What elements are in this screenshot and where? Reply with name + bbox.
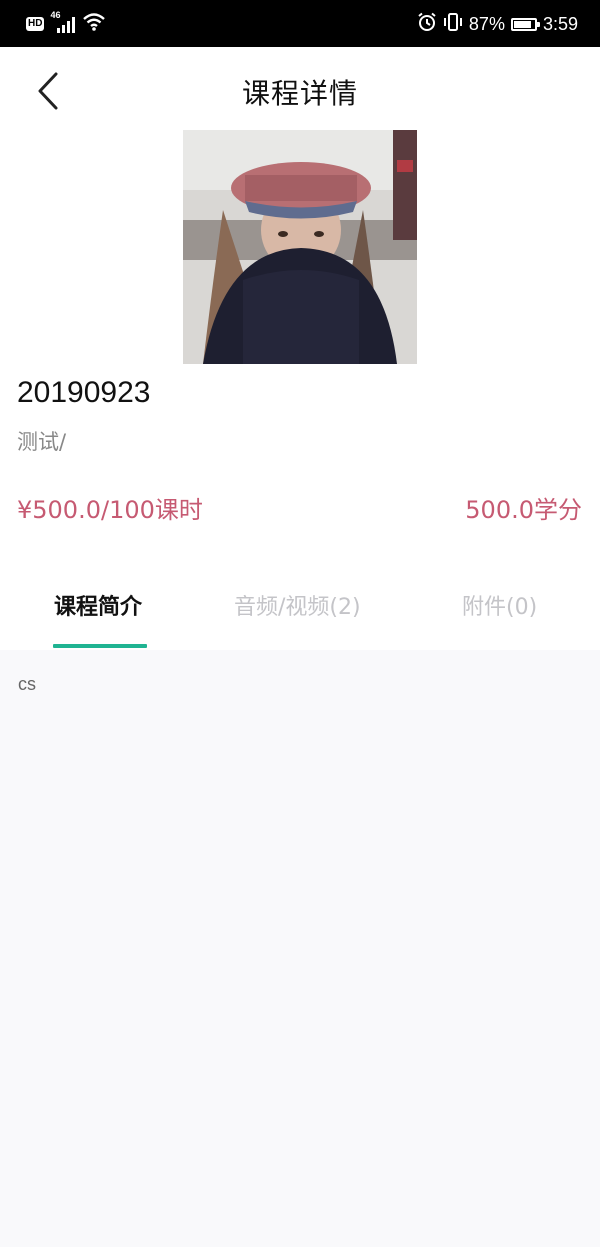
- course-subtitle: 测试/: [17, 430, 67, 454]
- course-name: 20190923: [17, 376, 151, 409]
- vibrate-icon: [443, 12, 463, 37]
- clock-time: 3:59: [542, 14, 578, 34]
- status-left: HD 46: [26, 10, 106, 36]
- status-right: 87% 3:59: [417, 12, 578, 37]
- alarm-icon: [417, 12, 437, 37]
- tab-course-intro[interactable]: 课程简介: [54, 589, 142, 621]
- tab-attachments[interactable]: 附件(0): [462, 589, 537, 621]
- course-price: ¥500.0/100课时: [17, 496, 203, 524]
- hd-badge: HD: [26, 17, 45, 31]
- page-title: 课程详情: [241, 77, 358, 110]
- wifi-icon: [82, 12, 106, 36]
- active-tab-indicator: [53, 644, 147, 648]
- battery-percent: 87%: [468, 14, 505, 34]
- course-cover-image: [183, 130, 417, 364]
- course-intro-text: cs: [18, 674, 36, 694]
- tab-audio-video[interactable]: 音频/视频(2): [234, 589, 361, 621]
- status-bar: HD 46 87% 3:59: [0, 0, 600, 47]
- course-credit: 500.0学分: [465, 496, 582, 524]
- battery-icon: [510, 18, 540, 31]
- signal-icon: 46: [50, 10, 76, 35]
- battery-level-fill: [513, 21, 532, 28]
- course-tabs: 课程简介 音频/视频(2) 附件(0): [0, 565, 600, 650]
